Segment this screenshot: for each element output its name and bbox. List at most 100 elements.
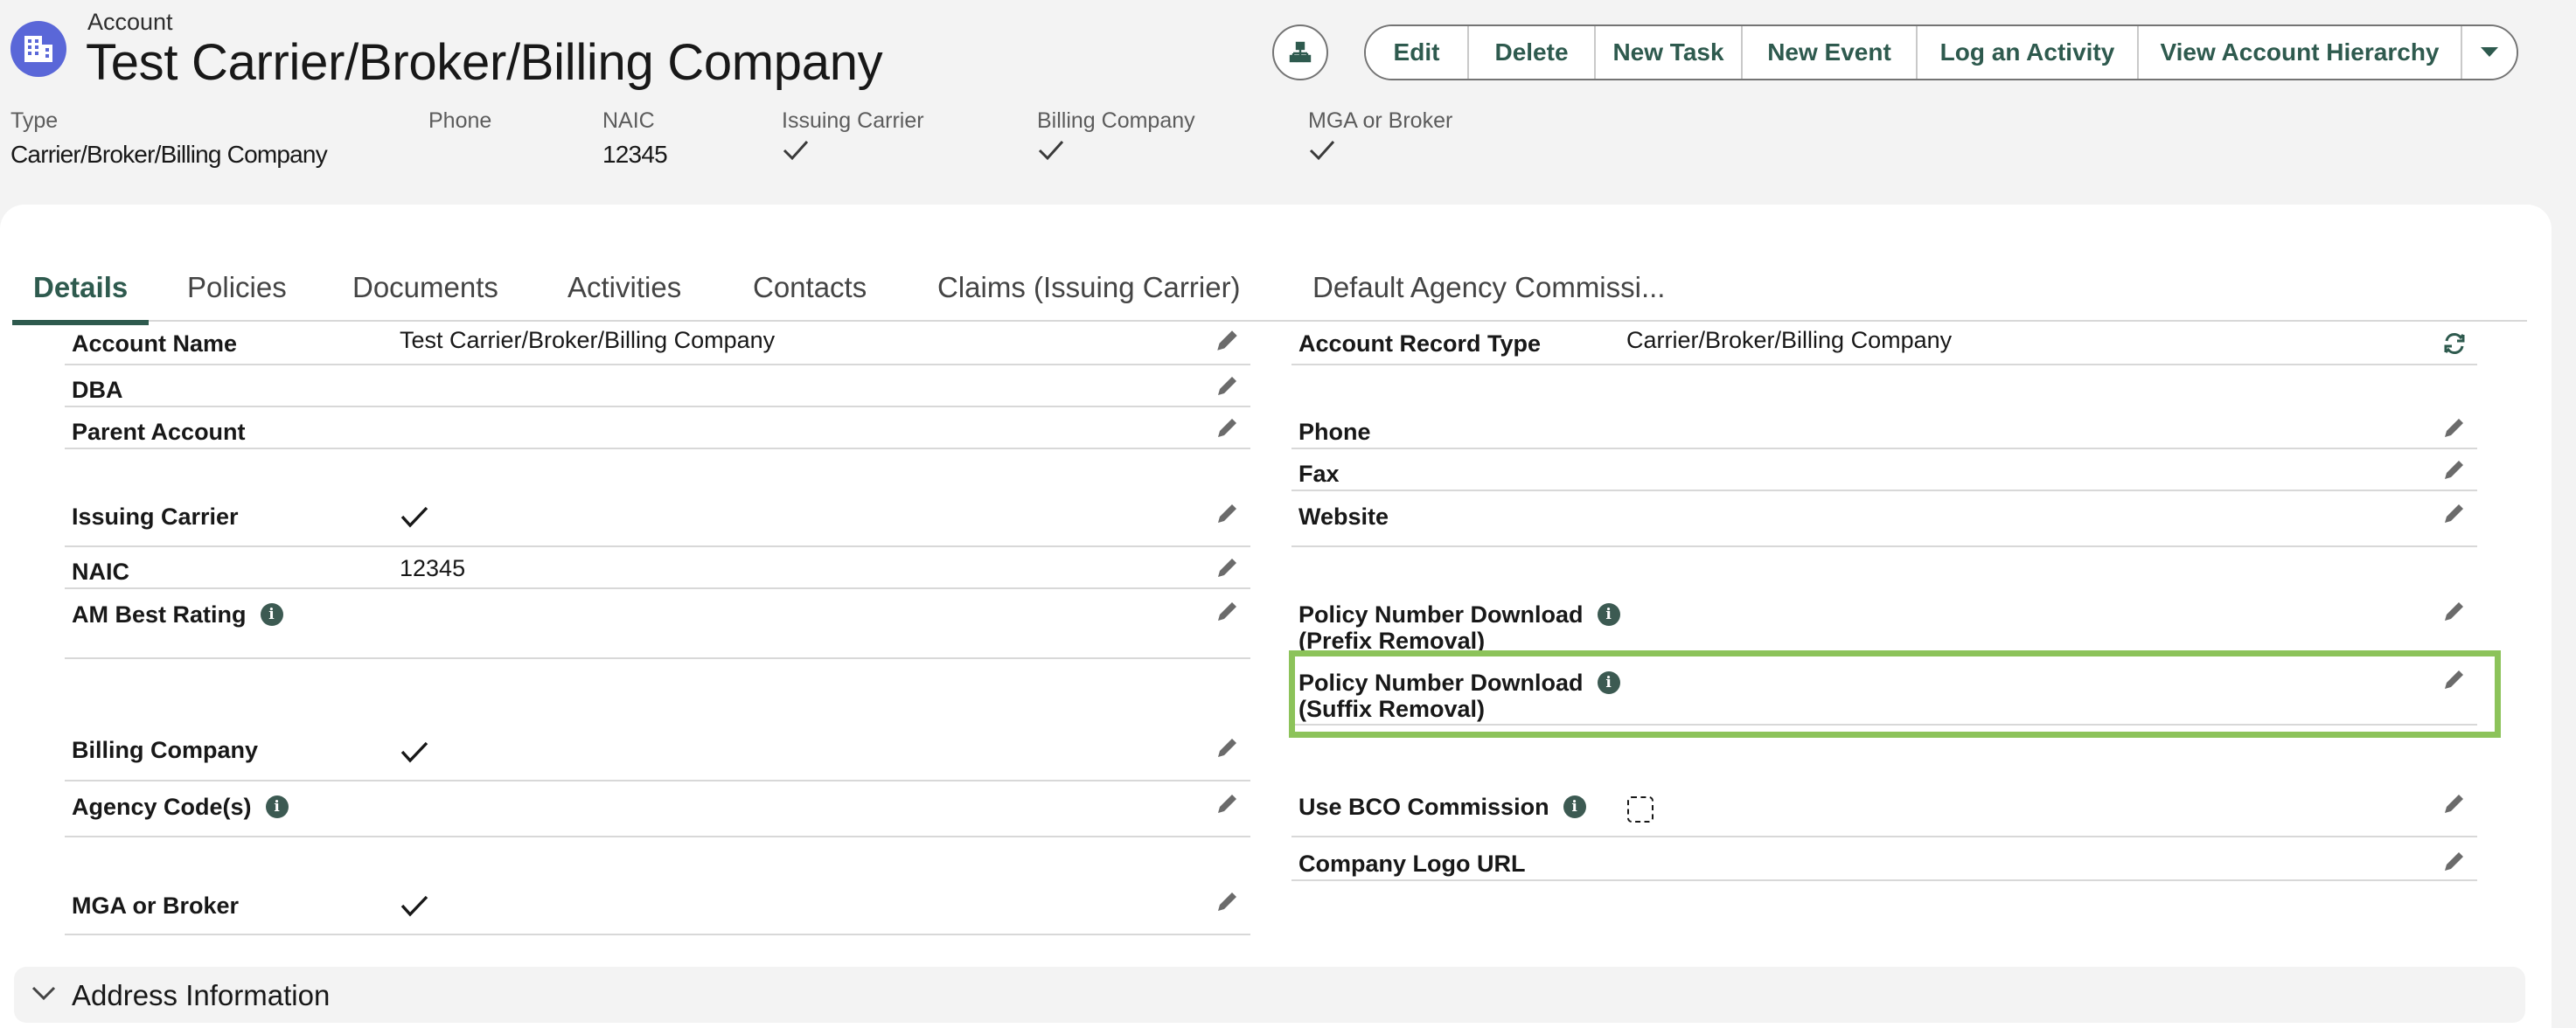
field-row-billing-company — [65, 659, 1250, 781]
highlight-phone: Phone — [428, 108, 491, 134]
use-bco-commission-checkbox[interactable] — [1627, 796, 1654, 823]
field-row-fax — [1291, 449, 2477, 491]
checkmark-icon — [400, 504, 429, 533]
info-icon[interactable]: i — [265, 795, 289, 818]
highlight-naic-value: 12345 — [602, 141, 668, 168]
field-row-naic — [65, 547, 1250, 589]
highlight-phone-label: Phone — [428, 108, 492, 133]
edit-dba-icon[interactable] — [1213, 371, 1243, 400]
highlight-type-label: Type — [10, 108, 59, 133]
field-label-use-bco-commission-text: Use BCO Commission — [1298, 794, 1549, 820]
highlight-type: Type Carrier/Broker/Billing Company — [10, 108, 328, 169]
edit-agency-codes-icon[interactable] — [1213, 788, 1243, 818]
field-label-naic: NAIC — [72, 559, 129, 585]
field-label-mga-or-broker: MGA or Broker — [72, 893, 240, 919]
change-record-type-icon[interactable] — [2440, 329, 2469, 358]
building-icon — [24, 36, 52, 62]
delete-button[interactable]: Delete — [1469, 26, 1596, 79]
edit-parent-account-icon[interactable] — [1213, 413, 1243, 442]
new-task-button[interactable]: New Task — [1596, 26, 1743, 79]
highlight-naic: NAIC 12345 — [602, 108, 668, 169]
edit-naic-icon[interactable] — [1213, 552, 1243, 582]
field-value-account-record-type: Carrier/Broker/Billing Company — [1626, 327, 1953, 353]
highlight-type-value: Carrier/Broker/Billing Company — [10, 141, 328, 168]
view-account-hierarchy-button[interactable]: View Account Hierarchy — [2139, 26, 2462, 79]
checkmark-icon — [400, 893, 429, 922]
more-actions-button[interactable] — [2462, 26, 2517, 79]
chevron-down-icon[interactable] — [30, 979, 58, 1011]
checkmark-icon — [1308, 139, 1452, 166]
edit-am-best-rating-icon[interactable] — [1213, 596, 1243, 626]
edit-website-icon[interactable] — [2440, 498, 2469, 528]
field-label-am-best-rating: AM Best Rating i — [72, 601, 283, 628]
checkmark-icon — [782, 139, 924, 166]
edit-policy-prefix-icon[interactable] — [2440, 596, 2469, 626]
field-row-website — [1291, 491, 2477, 547]
tab-activities[interactable]: Activities — [567, 240, 681, 322]
field-row-phone — [1291, 407, 2477, 449]
field-label-agency-codes: Agency Code(s) i — [72, 794, 289, 820]
edit-fax-icon[interactable] — [2440, 455, 2469, 484]
checkmark-icon — [400, 740, 429, 768]
field-label-agency-codes-text: Agency Code(s) — [72, 794, 252, 820]
edit-account-name-icon[interactable] — [1213, 325, 1243, 355]
edit-issuing-carrier-icon[interactable] — [1213, 498, 1243, 528]
edit-use-bco-commission-icon[interactable] — [2440, 788, 2469, 818]
edit-company-logo-url-icon[interactable] — [2440, 846, 2469, 876]
highlight-naic-label: NAIC — [602, 108, 655, 133]
account-app-icon — [10, 21, 66, 77]
field-label-account-record-type: Account Record Type — [1298, 330, 1542, 357]
field-row-dba — [65, 365, 1250, 407]
tab-documents[interactable]: Documents — [352, 240, 498, 322]
policy-prefix-line1: Policy Number Download — [1298, 601, 1584, 628]
highlight-mga-broker-label: MGA or Broker — [1308, 108, 1453, 133]
highlight-mga-broker: MGA or Broker — [1308, 108, 1452, 166]
edit-phone-icon[interactable] — [2440, 413, 2469, 442]
field-label-website: Website — [1298, 504, 1389, 530]
field-label-issuing-carrier: Issuing Carrier — [72, 504, 239, 530]
info-icon[interactable]: i — [1597, 602, 1620, 626]
record-action-buttons: Edit Delete New Task New Event Log an Ac… — [1364, 24, 2518, 80]
highlight-annotation-box — [1289, 650, 2501, 738]
field-row-mga-or-broker — [65, 837, 1250, 935]
edit-mga-or-broker-icon[interactable] — [1213, 886, 1243, 916]
edit-billing-company-icon[interactable] — [1213, 733, 1243, 762]
log-activity-button[interactable]: Log an Activity — [1918, 26, 2139, 79]
hierarchy-icon — [1289, 41, 1312, 63]
field-label-am-best-rating-text: AM Best Rating — [72, 601, 247, 628]
field-label-billing-company: Billing Company — [72, 737, 259, 763]
field-value-naic: 12345 — [400, 555, 466, 581]
highlight-billing-company: Billing Company — [1037, 108, 1195, 166]
field-value-account-name: Test Carrier/Broker/Billing Company — [400, 327, 776, 353]
info-icon[interactable]: i — [260, 602, 283, 626]
section-address-information[interactable]: Address Information — [14, 967, 2525, 1023]
field-label-dba: DBA — [72, 377, 123, 403]
highlight-billing-company-label: Billing Company — [1037, 108, 1195, 133]
highlight-issuing-carrier-label: Issuing Carrier — [782, 108, 924, 133]
tab-details[interactable]: Details — [12, 240, 150, 325]
checkmark-icon — [1037, 139, 1195, 166]
view-hierarchy-icon-button[interactable] — [1272, 24, 1328, 80]
field-label-company-logo-url: Company Logo URL — [1298, 851, 1526, 877]
record-title: Test Carrier/Broker/Billing Company — [86, 34, 883, 91]
new-event-button[interactable]: New Event — [1743, 26, 1918, 79]
field-row-issuing-carrier — [65, 449, 1250, 547]
tab-default-agency-commission[interactable]: Default Agency Commissi... — [1312, 240, 1665, 322]
highlight-issuing-carrier: Issuing Carrier — [782, 108, 924, 166]
field-label-use-bco-commission: Use BCO Commission i — [1298, 794, 1586, 820]
field-label-phone: Phone — [1298, 419, 1371, 445]
field-label-policy-prefix-removal: Policy Number Download i (Prefix Removal) — [1298, 601, 1620, 654]
tab-contacts[interactable]: Contacts — [753, 240, 867, 322]
edit-policy-suffix-icon[interactable] — [2440, 664, 2469, 694]
chevron-down-icon — [2481, 47, 2498, 57]
tab-policies[interactable]: Policies — [187, 240, 287, 322]
edit-button[interactable]: Edit — [1366, 26, 1469, 79]
field-label-fax: Fax — [1298, 461, 1340, 487]
object-type-label: Account — [87, 9, 173, 35]
record-tabs: Details Policies Documents Activities Co… — [12, 240, 2527, 325]
section-title-address-information: Address Information — [72, 979, 331, 1011]
field-label-account-name: Account Name — [72, 330, 238, 357]
info-icon[interactable]: i — [1563, 795, 1586, 818]
field-label-parent-account: Parent Account — [72, 419, 246, 445]
tab-claims-issuing-carrier[interactable]: Claims (Issuing Carrier) — [937, 240, 1241, 322]
